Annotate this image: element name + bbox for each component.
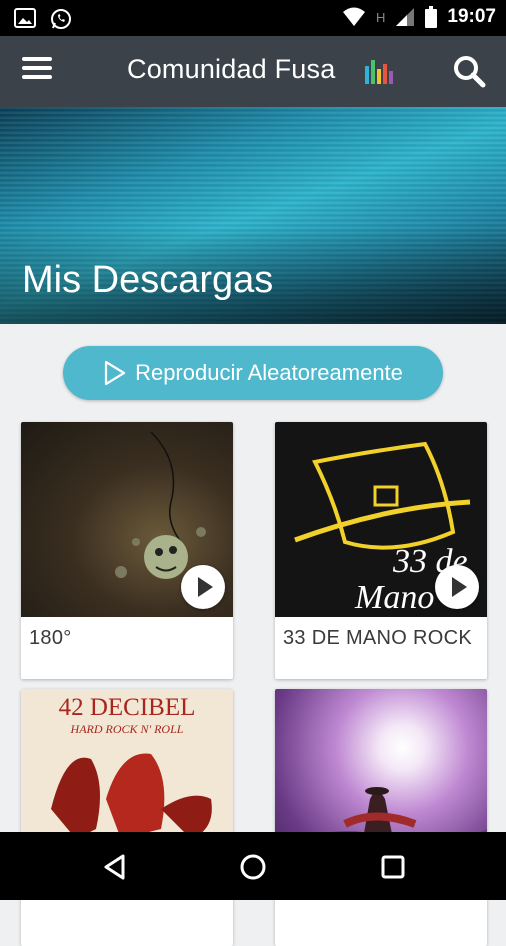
play-outline-icon xyxy=(104,360,126,386)
signal-icon xyxy=(396,8,415,26)
cover-band-tagline: HARD ROCK N' ROLL xyxy=(70,722,184,736)
play-button[interactable] xyxy=(181,565,225,609)
album-card[interactable] xyxy=(275,689,487,946)
battery-icon xyxy=(425,6,438,28)
menu-button[interactable] xyxy=(22,54,56,88)
hamburger-icon xyxy=(22,57,56,79)
cover-band-name: 42 DECIBEL xyxy=(59,694,196,721)
app-title: Comunidad Fusa xyxy=(127,54,336,84)
search-icon xyxy=(454,56,486,88)
recents-square-icon xyxy=(381,855,405,879)
home-button[interactable] xyxy=(236,850,270,884)
equalizer-logo-icon xyxy=(365,60,393,84)
search-button[interactable] xyxy=(452,54,486,88)
system-nav-bar xyxy=(0,832,506,900)
album-cover xyxy=(21,422,233,617)
album-title: 180° xyxy=(29,627,72,649)
gallery-icon xyxy=(14,8,36,28)
back-button[interactable] xyxy=(98,850,132,884)
home-circle-icon xyxy=(240,854,266,880)
wifi-icon xyxy=(343,7,365,26)
network-type-label: H xyxy=(376,9,386,25)
back-triangle-icon xyxy=(104,854,125,880)
album-cover: 33 de Mano xyxy=(275,422,487,617)
album-card[interactable]: 180° xyxy=(21,422,233,679)
clock: 19:07 xyxy=(447,6,496,27)
shuffle-play-label: Reproducir Aleatoreamente xyxy=(135,360,403,385)
album-title: 33 DE MANO ROCK xyxy=(283,627,472,649)
status-bar: H 19:07 xyxy=(0,0,506,36)
page-title: Mis Descargas xyxy=(22,259,274,301)
app-bar: Comunidad Fusa xyxy=(0,36,506,107)
album-card[interactable]: 42 DECIBEL HARD ROCK N' ROLL xyxy=(21,689,233,946)
recents-button[interactable] xyxy=(376,850,410,884)
cover-text-line2: Mano xyxy=(354,579,434,616)
play-icon xyxy=(198,577,213,597)
album-card[interactable]: 33 de Mano 33 DE MANO ROCK xyxy=(275,422,487,679)
hero-banner: Mis Descargas xyxy=(0,107,506,324)
play-button[interactable] xyxy=(435,565,479,609)
whatsapp-icon xyxy=(51,9,71,29)
shuffle-play-button[interactable]: Reproducir Aleatoreamente xyxy=(63,346,443,400)
play-icon xyxy=(452,577,467,597)
